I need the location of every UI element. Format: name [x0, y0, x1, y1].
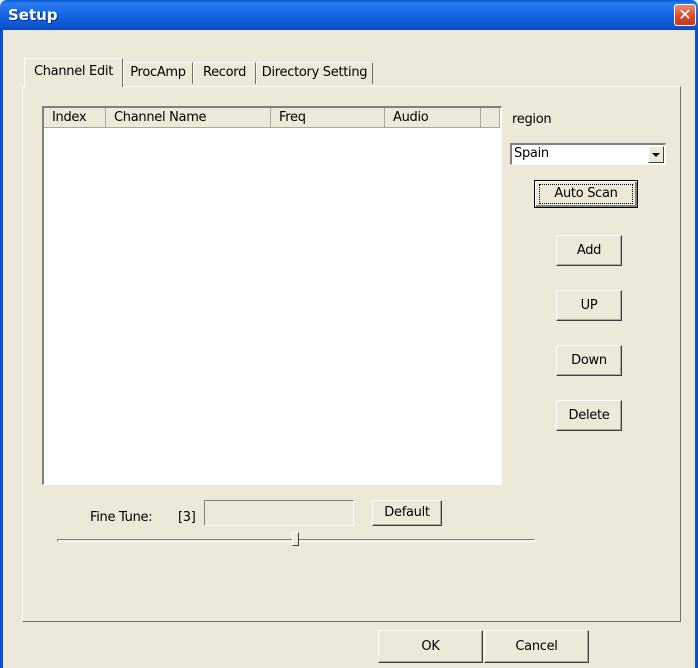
title-bar[interactable]: Setup ✕ — [0, 0, 698, 30]
add-button[interactable]: Add — [556, 235, 622, 266]
dropdown-arrow-icon[interactable] — [648, 146, 664, 163]
tab-record[interactable]: Record — [193, 62, 256, 84]
channel-list[interactable]: Index Channel Name Freq Audio — [42, 106, 502, 485]
column-header-index[interactable]: Index — [44, 108, 106, 128]
auto-scan-button[interactable]: Auto Scan — [534, 180, 638, 208]
window-frame-left — [0, 30, 3, 668]
default-button[interactable]: Default — [372, 500, 442, 526]
region-select[interactable]: Spain — [510, 143, 666, 165]
ok-button[interactable]: OK — [378, 630, 483, 663]
column-header-channel-name[interactable]: Channel Name — [106, 108, 271, 128]
cancel-button[interactable]: Cancel — [484, 630, 589, 663]
close-icon[interactable]: ✕ — [674, 4, 696, 26]
tab-directory-setting[interactable]: Directory Setting — [256, 62, 373, 84]
fine-tune-slider-thumb[interactable] — [292, 532, 299, 546]
list-header: Index Channel Name Freq Audio — [44, 108, 500, 128]
fine-tune-label: Fine Tune: — [90, 510, 153, 525]
window-title: Setup — [8, 6, 58, 24]
fine-tune-field[interactable] — [204, 500, 354, 526]
setup-dialog: Setup ✕ Channel Edit ProcAmp Record Dire… — [0, 0, 698, 668]
region-select-value: Spain — [514, 146, 549, 161]
column-header-audio[interactable]: Audio — [385, 108, 481, 128]
tab-procamp[interactable]: ProcAmp — [123, 62, 193, 84]
delete-button[interactable]: Delete — [556, 400, 622, 431]
tab-channel-edit[interactable]: Channel Edit — [24, 58, 123, 87]
column-header-extra[interactable] — [481, 108, 500, 128]
focus-rectangle — [539, 184, 633, 204]
fine-tune-value: [3] — [178, 510, 196, 525]
up-button[interactable]: UP — [556, 290, 622, 321]
down-button[interactable]: Down — [556, 345, 622, 376]
column-header-freq[interactable]: Freq — [271, 108, 385, 128]
region-label: region — [512, 112, 552, 127]
